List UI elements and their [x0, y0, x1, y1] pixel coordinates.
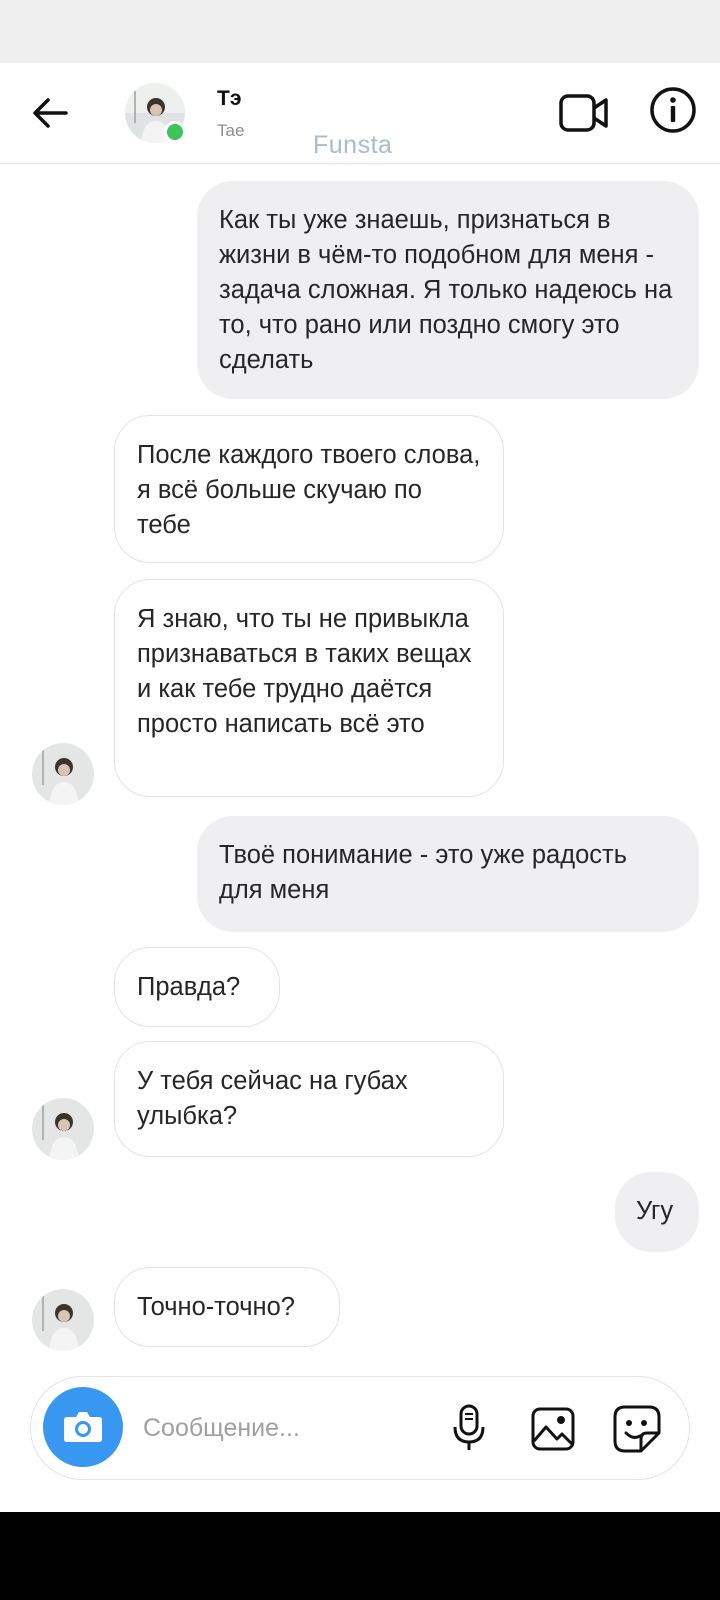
gallery-icon[interactable]: [529, 1405, 577, 1453]
info-icon[interactable]: [648, 85, 698, 135]
message-bubble-outgoing[interactable]: Как ты уже знаешь, признаться в жизни в …: [197, 181, 699, 399]
message-bubble-incoming[interactable]: Точно-точно?: [114, 1267, 340, 1347]
video-call-icon[interactable]: [558, 87, 610, 139]
avatar[interactable]: [32, 743, 94, 805]
watermark-text: Funsta: [313, 131, 393, 159]
message-bubble-outgoing[interactable]: Угу: [615, 1172, 699, 1252]
message-bubble-incoming[interactable]: У тебя сейчас на губах улыбка?: [114, 1041, 504, 1157]
message-bubble-outgoing[interactable]: Твоё понимание - это уже радость для мен…: [197, 816, 699, 932]
message-thread: Как ты уже знаешь, признаться в жизни в …: [0, 163, 720, 1363]
message-bubble-incoming[interactable]: Я знаю, что ты не привыкла признаваться …: [114, 579, 504, 797]
avatar[interactable]: [32, 1098, 94, 1160]
contact-username: Tae: [217, 121, 245, 140]
avatar[interactable]: [32, 1289, 94, 1351]
camera-icon: [64, 1412, 102, 1442]
message-bubble-incoming[interactable]: После каждого твоего слова, я всё больше…: [114, 415, 504, 563]
contact-name: Тэ: [217, 87, 242, 110]
sticker-icon[interactable]: [611, 1403, 663, 1455]
message-bubble-incoming[interactable]: Правда?: [114, 947, 280, 1027]
system-navigation-bar: [0, 1512, 720, 1600]
microphone-icon[interactable]: [446, 1403, 492, 1453]
camera-button[interactable]: [43, 1387, 123, 1467]
online-status-dot: [164, 121, 186, 143]
message-input[interactable]: [141, 1407, 435, 1449]
chat-header: Тэ Tae Funsta: [0, 63, 720, 164]
message-composer: [30, 1376, 690, 1480]
status-bar: [0, 0, 720, 63]
back-arrow-icon[interactable]: [28, 91, 72, 135]
